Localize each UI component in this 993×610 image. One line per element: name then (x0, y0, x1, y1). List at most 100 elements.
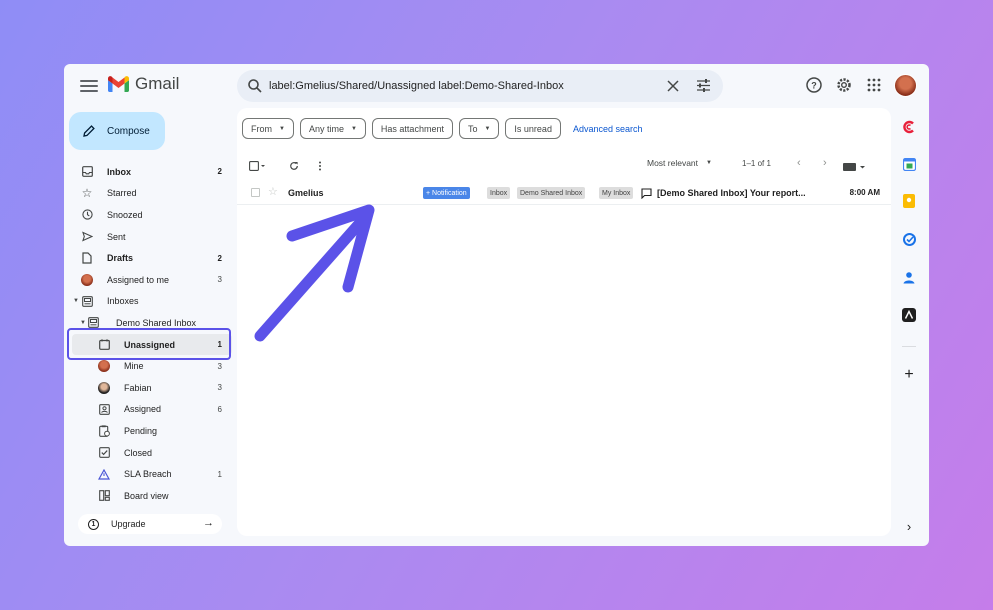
more-options-icon[interactable] (318, 158, 322, 176)
svg-text:?: ? (811, 81, 817, 91)
upgrade-button[interactable]: 1 Upgrade → (78, 514, 222, 534)
arrow-right-icon: → (203, 517, 214, 529)
star-icon[interactable]: ☆ (268, 185, 278, 198)
sidebar-item-label: Mine (124, 361, 144, 372)
email-sender: Gmelius (288, 188, 324, 198)
sidebar-item-label: Closed (124, 447, 153, 458)
sidebar-item-closed[interactable]: Closed (72, 442, 232, 464)
sidebar-item-pending[interactable]: Pending (72, 420, 232, 442)
search-bar[interactable] (237, 70, 723, 102)
account-avatar[interactable] (894, 74, 917, 97)
annotation-arrow (254, 204, 375, 342)
gmail-window: Gmail ? Compose Inbox 2 ☆ Starred Snooze… (64, 64, 929, 546)
send-icon (81, 231, 93, 243)
label-chip[interactable]: My Inbox (599, 187, 634, 199)
advanced-search-link[interactable]: Advanced search (573, 124, 643, 134)
sidebar-item-label: Assigned to me (107, 274, 170, 285)
add-icon[interactable]: + (902, 366, 916, 383)
assigned-badge-icon (98, 403, 110, 415)
search-icon[interactable] (247, 78, 263, 94)
addon-icon[interactable] (902, 308, 916, 322)
star-icon: ☆ (81, 186, 93, 201)
settings-gear-icon[interactable] (835, 76, 853, 94)
sidebar-item-assigned-to-me[interactable]: Assigned to me 3 (72, 269, 232, 291)
input-tools-icon[interactable] (843, 159, 869, 171)
compose-button[interactable]: Compose (69, 112, 165, 150)
checkbox-checked-icon (98, 447, 110, 459)
sidebar-item-label: Assigned (124, 404, 162, 415)
sidebar-item-mine[interactable]: Mine 3 (72, 355, 232, 377)
sidebar-item-label: Drafts (107, 253, 134, 264)
item-count: 1 (217, 340, 222, 350)
sidebar-item-sent[interactable]: Sent (72, 226, 232, 248)
sidebar-item-inboxes[interactable]: ▼ Inboxes (72, 291, 232, 313)
item-count: 3 (217, 383, 222, 393)
unread-count: 2 (217, 167, 222, 177)
sidebar-item-demo-shared-inbox[interactable]: ▼ Demo Shared Inbox (72, 312, 232, 334)
chevron-down-icon: ▼ (350, 125, 357, 132)
select-all-checkbox[interactable] (249, 158, 267, 176)
email-time: 8:00 AM (849, 188, 880, 197)
help-icon[interactable]: ? (805, 76, 823, 94)
draft-file-icon (81, 252, 93, 264)
shared-inbox-icon (87, 317, 99, 329)
sort-dropdown[interactable]: Most relevant ▼ (647, 158, 712, 168)
contacts-icon[interactable] (902, 270, 916, 284)
search-filter-chips: From ▼ Any time ▼ Has attachment To ▼ Is un… (242, 118, 643, 139)
main-menu-icon[interactable] (80, 77, 98, 95)
compose-label: Compose (107, 125, 150, 137)
newer-page-icon[interactable]: ‹ (797, 157, 801, 169)
collapse-caret-icon[interactable]: ▼ (73, 298, 79, 304)
search-input[interactable] (269, 80, 659, 92)
expand-panel-icon[interactable]: › (902, 519, 916, 534)
sidebar-item-drafts[interactable]: Drafts 2 (72, 247, 232, 269)
sidebar-item-snoozed[interactable]: Snoozed (72, 204, 232, 226)
pending-clipboard-icon (98, 425, 110, 437)
collapse-caret-icon[interactable]: ▼ (80, 320, 86, 326)
search-options-icon[interactable] (696, 78, 711, 93)
sidebar-item-label: Unassigned (124, 339, 176, 350)
sidebar-item-label: Starred (107, 188, 137, 199)
row-checkbox[interactable] (251, 188, 260, 197)
sidebar-item-fabian[interactable]: Fabian 3 (72, 377, 232, 399)
chip-label: Any time (308, 123, 344, 134)
calendar-icon[interactable] (902, 157, 916, 171)
tasks-icon[interactable] (902, 232, 916, 246)
rail-divider (902, 346, 916, 347)
label-chip[interactable]: Inbox (487, 187, 511, 199)
chip-label: Has attachment (380, 123, 444, 134)
refresh-icon[interactable] (289, 158, 299, 176)
sidebar-item-unassigned[interactable]: Unassigned 1 (72, 333, 232, 356)
pencil-icon (83, 125, 95, 137)
item-count: 1 (217, 469, 222, 479)
label-chip[interactable]: + Notification (423, 187, 470, 199)
sidebar-item-label: SLA Breach (124, 469, 172, 480)
filter-to-chip[interactable]: To ▼ (458, 118, 500, 139)
sidebar-item-starred[interactable]: ☆ Starred (72, 183, 232, 205)
sidebar-item-inbox[interactable]: Inbox 2 (72, 161, 232, 183)
board-columns-icon (98, 490, 110, 502)
keep-icon[interactable] (902, 194, 916, 208)
filter-has-attachment-chip[interactable]: Has attachment (371, 118, 453, 139)
mail-toolbar: Most relevant ▼ 1–1 of 1 ‹ › (249, 156, 879, 174)
sidebar-item-label: Inboxes (107, 296, 139, 307)
gmelius-icon[interactable] (902, 120, 916, 134)
filter-is-unread-chip[interactable]: Is unread (505, 118, 561, 139)
label-chip[interactable]: Demo Shared Inbox (517, 187, 586, 199)
sidebar-item-label: Snoozed (107, 209, 143, 220)
user-avatar-icon (98, 360, 110, 373)
calendar-blank-icon (98, 339, 110, 351)
draft-count: 2 (217, 253, 222, 263)
filter-any-time-chip[interactable]: Any time ▼ (299, 118, 366, 139)
sidebar-item-assigned[interactable]: Assigned 6 (72, 399, 232, 421)
sidebar-item-label: Pending (124, 425, 158, 436)
apps-grid-icon[interactable] (865, 76, 883, 94)
clear-search-icon[interactable] (666, 79, 680, 93)
sidebar-item-board-view[interactable]: Board view (72, 485, 232, 507)
filter-from-chip[interactable]: From ▼ (242, 118, 294, 139)
sidebar-nav: Inbox 2 ☆ Starred Snoozed Sent Drafts 2 … (72, 161, 232, 507)
older-page-icon[interactable]: › (823, 157, 827, 169)
gmail-logo[interactable]: Gmail (108, 74, 179, 94)
sidebar-item-sla-breach[interactable]: SLA Breach 1 (72, 463, 232, 485)
warning-triangle-icon (98, 468, 110, 480)
